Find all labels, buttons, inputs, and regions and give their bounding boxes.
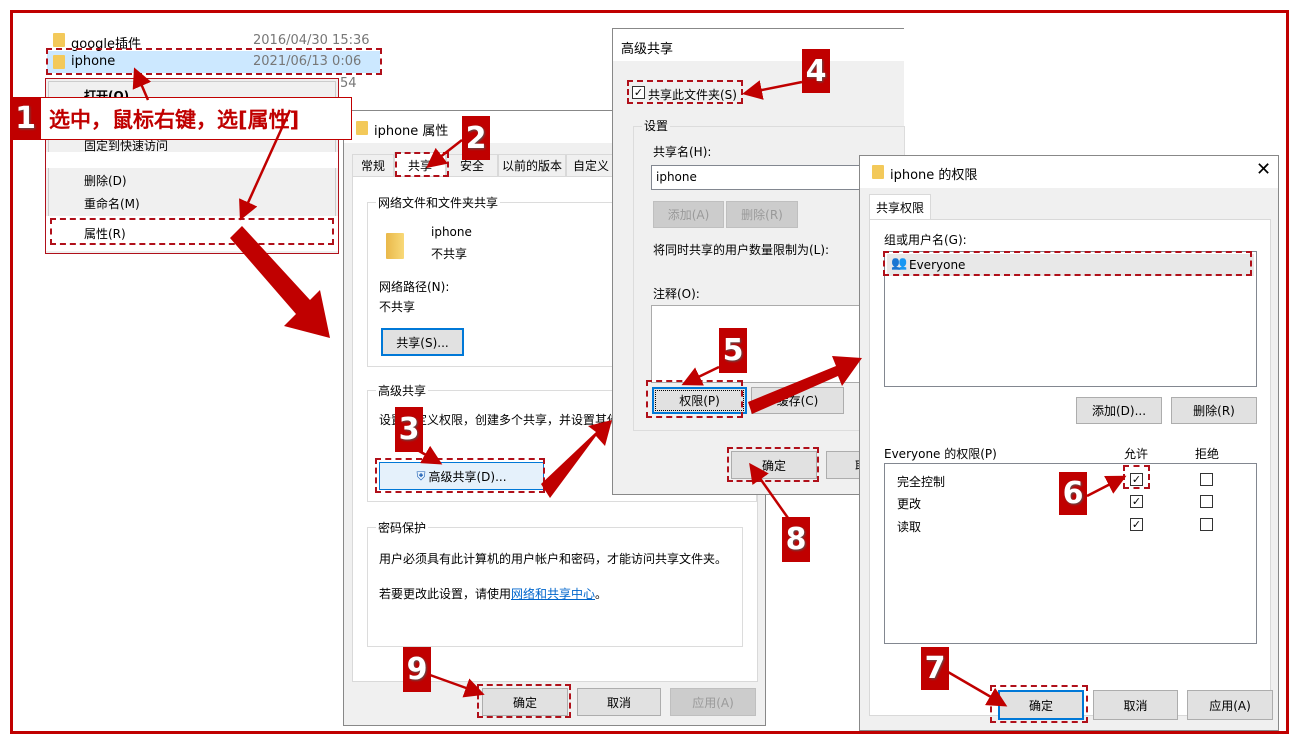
- callout-text: 选中，鼠标右键，选[属性]: [40, 97, 352, 140]
- highlight-box: [627, 80, 743, 104]
- network-path-label: 网络路径(N):: [379, 280, 450, 294]
- cancel-button[interactable]: 取消: [577, 688, 661, 716]
- file-date: 2016/04/30 15:36: [253, 33, 370, 48]
- network-sharing-center-link[interactable]: 网络和共享中心: [511, 587, 595, 601]
- tab-share-permissions[interactable]: 共享权限: [869, 194, 931, 219]
- share-name-label: 共享名(H):: [653, 145, 712, 159]
- highlight-box: [375, 458, 545, 493]
- group-label: 设置: [642, 117, 671, 134]
- deny-full-control-checkbox[interactable]: [1200, 473, 1213, 486]
- group-user-label: 组或用户名(G):: [884, 233, 967, 247]
- permissions-label: Everyone 的权限(P): [884, 447, 997, 461]
- permission-name: 更改: [897, 497, 922, 511]
- cancel-button[interactable]: 取消: [1093, 690, 1178, 720]
- permissions-dialog: iphone 的权限 ✕ 共享权限 组或用户名(G): 👥 Everyone 添…: [859, 155, 1279, 731]
- tab-customize[interactable]: 自定义: [566, 154, 616, 176]
- menu-item-rename[interactable]: 重命名(M): [84, 195, 140, 212]
- folder-name: iphone: [431, 225, 472, 239]
- folder-icon: [356, 121, 368, 135]
- highlight-box: [477, 684, 571, 718]
- allow-change-checkbox[interactable]: ✓: [1130, 495, 1143, 508]
- file-date-partial: 54: [340, 76, 357, 91]
- permission-name: 完全控制: [897, 475, 946, 489]
- password-text: 用户必须具有此计算机的用户帐户和密码，才能访问共享文件夹。: [379, 552, 728, 566]
- comment-label: 注释(O):: [653, 287, 700, 301]
- step-badge-8: 8: [782, 517, 810, 562]
- highlight-box: [1123, 465, 1150, 489]
- group-label: 高级共享: [376, 382, 429, 399]
- highlight-box: [727, 447, 819, 482]
- step-badge-1: 1: [10, 97, 41, 140]
- highlight-box: [990, 685, 1088, 723]
- step-badge-6: 6: [1059, 472, 1087, 515]
- dialog-title: iphone 属性: [374, 124, 449, 139]
- step-badge-7: 7: [921, 647, 949, 690]
- highlight-box: [50, 218, 334, 245]
- add-button[interactable]: 添加(A): [653, 201, 724, 228]
- folder-icon: [386, 233, 404, 259]
- group-label: 密码保护: [376, 519, 429, 536]
- remove-user-button[interactable]: 删除(R): [1171, 397, 1257, 424]
- apply-button[interactable]: 应用(A): [670, 688, 756, 716]
- tab-previous-versions[interactable]: 以前的版本: [498, 154, 566, 176]
- highlight-box: [646, 380, 743, 418]
- limit-label: 将同时共享的用户数量限制为(L):: [653, 243, 830, 257]
- step-badge-3: 3: [395, 407, 423, 452]
- group-label: 网络文件和文件夹共享: [376, 194, 501, 211]
- step-badge-2: 2: [462, 116, 490, 160]
- folder-status: 不共享: [431, 247, 468, 261]
- deny-change-checkbox[interactable]: [1200, 495, 1213, 508]
- dialog-title: iphone 的权限: [890, 168, 978, 183]
- network-path-value: 不共享: [379, 300, 416, 314]
- step-badge-4: 4: [802, 49, 830, 93]
- highlight-box: [883, 251, 1252, 276]
- add-user-button[interactable]: 添加(D)...: [1076, 397, 1162, 424]
- caching-button[interactable]: 缓存(C): [751, 387, 844, 414]
- dialog-title: 高级共享: [621, 42, 674, 57]
- allow-header: 允许: [1124, 447, 1149, 461]
- close-icon[interactable]: ✕: [1256, 159, 1271, 180]
- highlight-box: [395, 152, 449, 177]
- share-button[interactable]: 共享(S)...: [381, 328, 464, 356]
- remove-button[interactable]: 删除(R): [726, 201, 798, 228]
- folder-icon: [872, 165, 884, 179]
- menu-item-delete[interactable]: 删除(D): [84, 172, 127, 189]
- tab-general[interactable]: 常规: [352, 154, 394, 176]
- deny-header: 拒绝: [1195, 447, 1220, 461]
- permission-name: 读取: [897, 520, 922, 534]
- step-badge-9: 9: [403, 647, 431, 692]
- apply-button[interactable]: 应用(A): [1187, 690, 1273, 720]
- permissions-panel: 组或用户名(G): 👥 Everyone 添加(D)... 删除(R) Ever…: [869, 219, 1271, 716]
- folder-icon: [53, 33, 65, 47]
- allow-read-checkbox[interactable]: ✓: [1130, 518, 1143, 531]
- password-protection-group: 密码保护 用户必须具有此计算机的用户帐户和密码，才能访问共享文件夹。 若要更改此…: [367, 519, 743, 647]
- highlight-box: [46, 48, 382, 75]
- deny-read-checkbox[interactable]: [1200, 518, 1213, 531]
- password-change-text: 若要更改此设置，请使用网络和共享中心。: [379, 587, 608, 601]
- step-badge-5: 5: [719, 328, 747, 373]
